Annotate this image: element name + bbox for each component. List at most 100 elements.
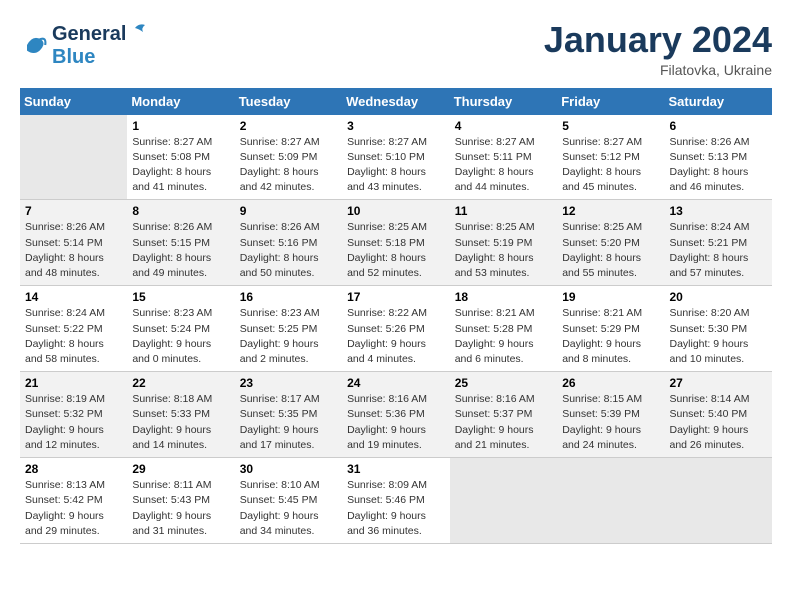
day-number: 15 [132, 290, 229, 304]
day-number: 25 [455, 376, 552, 390]
day-info: Sunrise: 8:20 AM Sunset: 5:30 PM Dayligh… [669, 306, 767, 367]
calendar-cell: 17 Sunrise: 8:22 AM Sunset: 5:26 PM Dayli… [342, 286, 450, 372]
calendar-cell: 14 Sunrise: 8:24 AM Sunset: 5:22 PM Dayli… [20, 286, 127, 372]
day-number: 13 [669, 204, 767, 218]
month-year-title: January 2024 [544, 20, 772, 60]
calendar-cell: 15 Sunrise: 8:23 AM Sunset: 5:24 PM Dayli… [127, 286, 234, 372]
day-info: Sunrise: 8:23 AM Sunset: 5:25 PM Dayligh… [240, 306, 337, 367]
calendar-cell: 26Sunrise: 8:15 AM Sunset: 5:39 PM Dayli… [557, 372, 664, 458]
calendar-cell: 5Sunrise: 8:27 AM Sunset: 5:12 PM Daylig… [557, 115, 664, 200]
day-number: 24 [347, 376, 445, 390]
day-info: Sunrise: 8:11 AM Sunset: 5:43 PM Dayligh… [132, 478, 229, 539]
page-header: General Blue January 2024 Filatovka, Ukr… [20, 20, 772, 78]
weekday-header-tuesday: Tuesday [235, 88, 342, 115]
day-info: Sunrise: 8:25 AM Sunset: 5:19 PM Dayligh… [455, 220, 552, 281]
day-info: Sunrise: 8:26 AM Sunset: 5:13 PM Dayligh… [669, 135, 767, 196]
weekday-header-saturday: Saturday [664, 88, 772, 115]
location-subtitle: Filatovka, Ukraine [544, 62, 772, 78]
day-number: 21 [25, 376, 122, 390]
calendar-header-row: SundayMondayTuesdayWednesdayThursdayFrid… [20, 88, 772, 115]
day-info: Sunrise: 8:26 AM Sunset: 5:15 PM Dayligh… [132, 220, 229, 281]
day-number: 30 [240, 462, 337, 476]
day-number: 8 [132, 204, 229, 218]
calendar-cell: 16 Sunrise: 8:23 AM Sunset: 5:25 PM Dayli… [235, 286, 342, 372]
day-info: Sunrise: 8:22 AM Sunset: 5:26 PM Dayligh… [347, 306, 445, 367]
calendar-cell: 18 Sunrise: 8:21 AM Sunset: 5:28 PM Dayli… [450, 286, 557, 372]
calendar-cell: 7Sunrise: 8:26 AM Sunset: 5:14 PM Daylig… [20, 200, 127, 286]
day-number: 28 [25, 462, 122, 476]
day-number: 18 [455, 290, 552, 304]
calendar-table: SundayMondayTuesdayWednesdayThursdayFrid… [20, 88, 772, 544]
calendar-cell: 27Sunrise: 8:14 AM Sunset: 5:40 PM Dayli… [664, 372, 772, 458]
day-number: 22 [132, 376, 229, 390]
day-info: Sunrise: 8:14 AM Sunset: 5:40 PM Dayligh… [669, 392, 767, 453]
calendar-cell: 22 Sunrise: 8:18 AM Sunset: 5:33 PM Dayli… [127, 372, 234, 458]
day-info: Sunrise: 8:17 AM Sunset: 5:35 PM Dayligh… [240, 392, 337, 453]
day-info: Sunrise: 8:16 AM Sunset: 5:36 PM Dayligh… [347, 392, 445, 453]
day-info: Sunrise: 8:27 AM Sunset: 5:12 PM Dayligh… [562, 135, 659, 196]
day-number: 29 [132, 462, 229, 476]
weekday-header-wednesday: Wednesday [342, 88, 450, 115]
day-number: 20 [669, 290, 767, 304]
day-info: Sunrise: 8:21 AM Sunset: 5:28 PM Dayligh… [455, 306, 552, 367]
calendar-cell: 13Sunrise: 8:24 AM Sunset: 5:21 PM Dayli… [664, 200, 772, 286]
day-number: 3 [347, 119, 445, 133]
calendar-week-row: 1 Sunrise: 8:27 AM Sunset: 5:08 PM Daylig… [20, 115, 772, 200]
day-number: 1 [132, 119, 229, 133]
day-info: Sunrise: 8:13 AM Sunset: 5:42 PM Dayligh… [25, 478, 122, 539]
day-info: Sunrise: 8:27 AM Sunset: 5:09 PM Dayligh… [240, 135, 337, 196]
calendar-cell [450, 458, 557, 544]
calendar-cell: 1 Sunrise: 8:27 AM Sunset: 5:08 PM Daylig… [127, 115, 234, 200]
calendar-cell: 31Sunrise: 8:09 AM Sunset: 5:46 PM Dayli… [342, 458, 450, 544]
calendar-cell: 10 Sunrise: 8:25 AM Sunset: 5:18 PM Dayli… [342, 200, 450, 286]
weekday-header-thursday: Thursday [450, 88, 557, 115]
calendar-week-row: 28 Sunrise: 8:13 AM Sunset: 5:42 PM Dayli… [20, 458, 772, 544]
calendar-cell: 30 Sunrise: 8:10 AM Sunset: 5:45 PM Dayli… [235, 458, 342, 544]
logo-icon [20, 31, 48, 59]
day-number: 23 [240, 376, 337, 390]
day-number: 2 [240, 119, 337, 133]
calendar-cell [664, 458, 772, 544]
day-number: 10 [347, 204, 445, 218]
day-info: Sunrise: 8:24 AM Sunset: 5:22 PM Dayligh… [25, 306, 122, 367]
day-info: Sunrise: 8:21 AM Sunset: 5:29 PM Dayligh… [562, 306, 659, 367]
day-info: Sunrise: 8:19 AM Sunset: 5:32 PM Dayligh… [25, 392, 122, 453]
day-info: Sunrise: 8:27 AM Sunset: 5:10 PM Dayligh… [347, 135, 445, 196]
weekday-header-sunday: Sunday [20, 88, 127, 115]
calendar-cell: 19 Sunrise: 8:21 AM Sunset: 5:29 PM Dayli… [557, 286, 664, 372]
day-number: 4 [455, 119, 552, 133]
day-info: Sunrise: 8:25 AM Sunset: 5:18 PM Dayligh… [347, 220, 445, 281]
calendar-cell: 3 Sunrise: 8:27 AM Sunset: 5:10 PM Daylig… [342, 115, 450, 200]
calendar-cell: 20 Sunrise: 8:20 AM Sunset: 5:30 PM Dayli… [664, 286, 772, 372]
day-info: Sunrise: 8:27 AM Sunset: 5:08 PM Dayligh… [132, 135, 229, 196]
day-info: Sunrise: 8:26 AM Sunset: 5:14 PM Dayligh… [25, 220, 122, 281]
day-number: 19 [562, 290, 659, 304]
calendar-cell: 21 Sunrise: 8:19 AM Sunset: 5:32 PM Dayli… [20, 372, 127, 458]
logo-blue: Blue [52, 46, 147, 69]
calendar-week-row: 21 Sunrise: 8:19 AM Sunset: 5:32 PM Dayli… [20, 372, 772, 458]
day-number: 16 [240, 290, 337, 304]
calendar-week-row: 14 Sunrise: 8:24 AM Sunset: 5:22 PM Dayli… [20, 286, 772, 372]
day-number: 12 [562, 204, 659, 218]
day-info: Sunrise: 8:23 AM Sunset: 5:24 PM Dayligh… [132, 306, 229, 367]
logo-bird-icon [127, 20, 147, 40]
title-block: January 2024 Filatovka, Ukraine [544, 20, 772, 78]
day-number: 17 [347, 290, 445, 304]
calendar-cell: 25Sunrise: 8:16 AM Sunset: 5:37 PM Dayli… [450, 372, 557, 458]
day-info: Sunrise: 8:26 AM Sunset: 5:16 PM Dayligh… [240, 220, 337, 281]
day-number: 6 [669, 119, 767, 133]
day-info: Sunrise: 8:10 AM Sunset: 5:45 PM Dayligh… [240, 478, 337, 539]
calendar-body: 1 Sunrise: 8:27 AM Sunset: 5:08 PM Daylig… [20, 115, 772, 544]
calendar-cell: 4Sunrise: 8:27 AM Sunset: 5:11 PM Daylig… [450, 115, 557, 200]
calendar-cell [20, 115, 127, 200]
day-info: Sunrise: 8:09 AM Sunset: 5:46 PM Dayligh… [347, 478, 445, 539]
day-info: Sunrise: 8:25 AM Sunset: 5:20 PM Dayligh… [562, 220, 659, 281]
day-number: 14 [25, 290, 122, 304]
calendar-cell: 28 Sunrise: 8:13 AM Sunset: 5:42 PM Dayli… [20, 458, 127, 544]
calendar-week-row: 7Sunrise: 8:26 AM Sunset: 5:14 PM Daylig… [20, 200, 772, 286]
day-info: Sunrise: 8:15 AM Sunset: 5:39 PM Dayligh… [562, 392, 659, 453]
logo-general: General [52, 23, 126, 46]
calendar-cell: 8 Sunrise: 8:26 AM Sunset: 5:15 PM Daylig… [127, 200, 234, 286]
day-info: Sunrise: 8:18 AM Sunset: 5:33 PM Dayligh… [132, 392, 229, 453]
calendar-cell: 6 Sunrise: 8:26 AM Sunset: 5:13 PM Daylig… [664, 115, 772, 200]
